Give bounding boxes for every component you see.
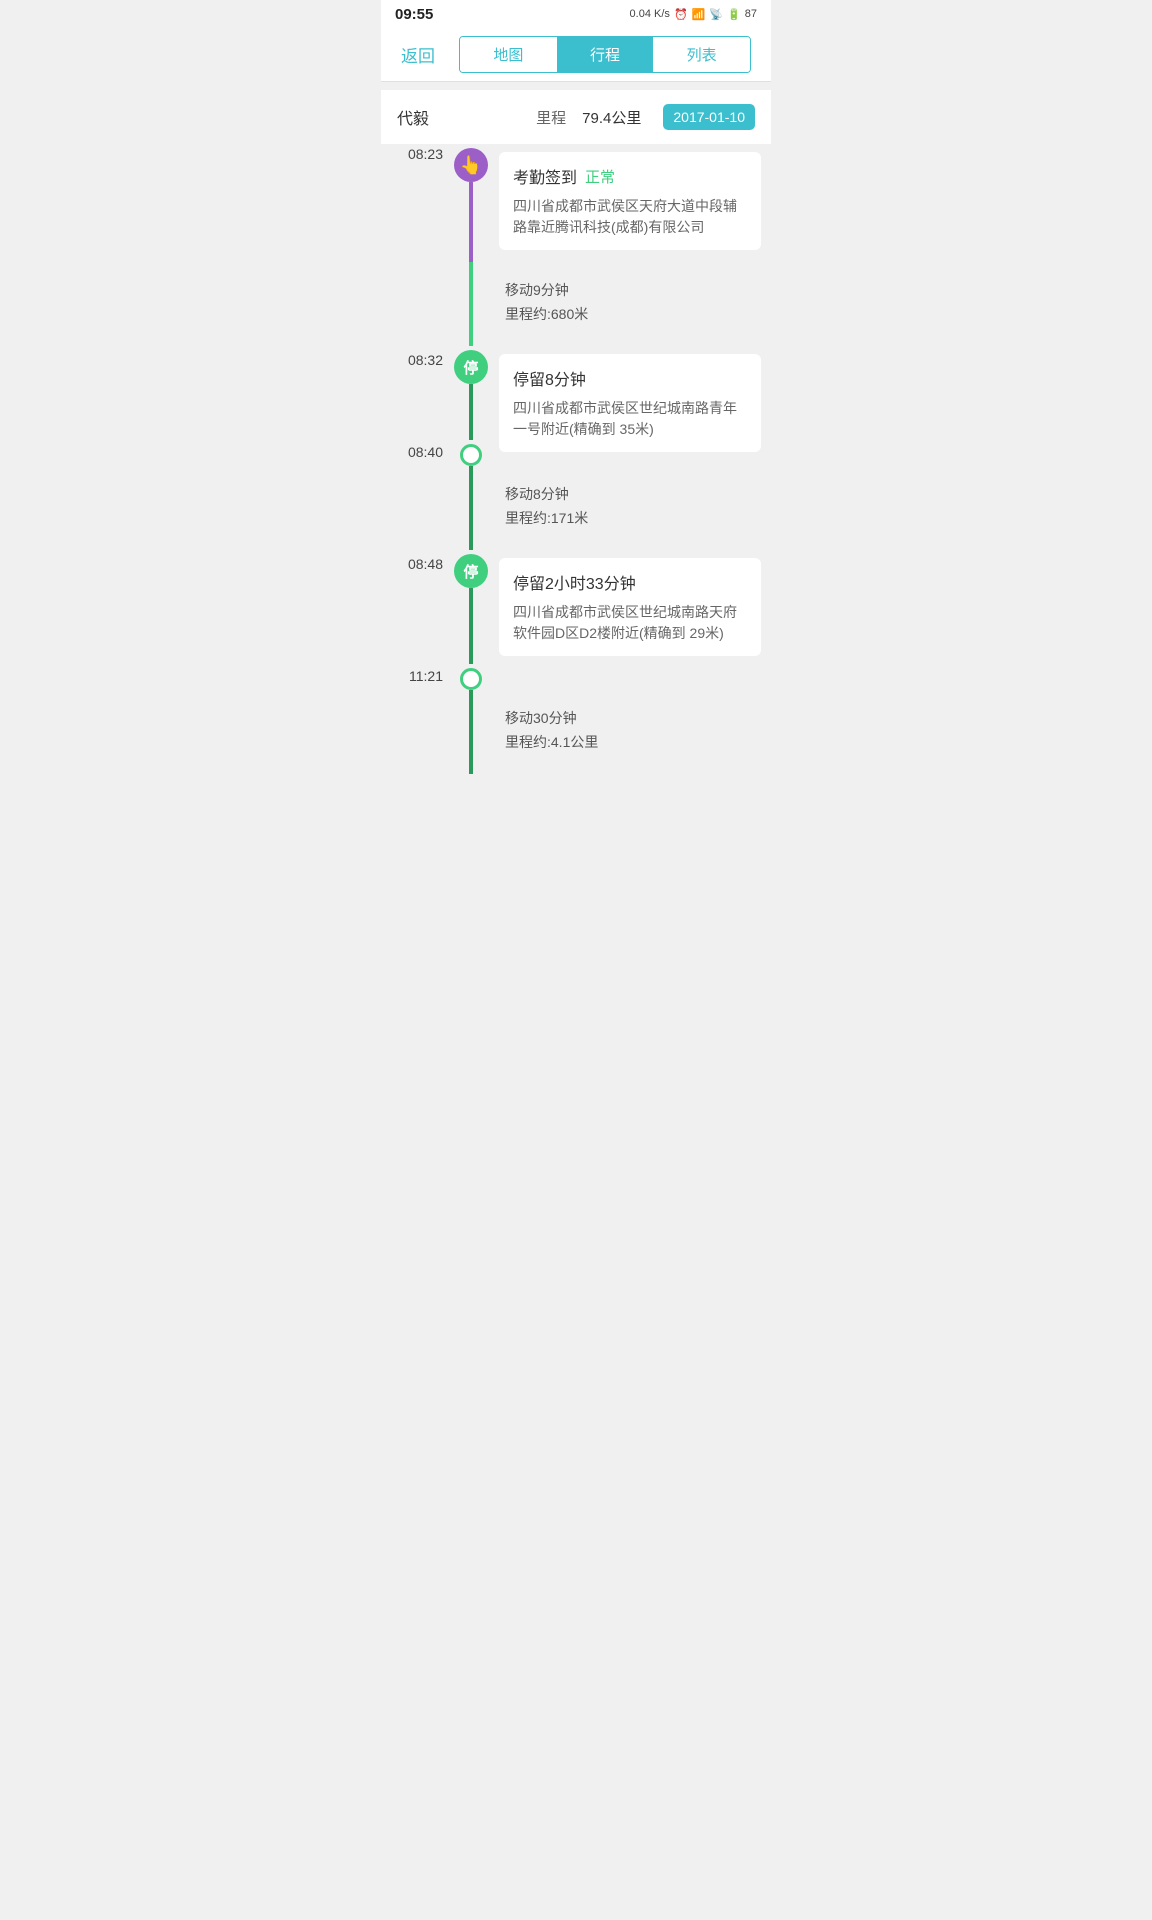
- move-distance-3: 里程约:4.1公里: [505, 732, 751, 752]
- line-move-3: [469, 690, 473, 774]
- checkin-dot: 👆: [454, 148, 488, 182]
- stop1-time-start: 08:32: [408, 350, 443, 368]
- checkin-title: 考勤签到 正常: [513, 164, 747, 188]
- timeline-move-3: 移动30分钟 里程约:4.1公里: [381, 690, 771, 774]
- tab-map[interactable]: 地图: [460, 37, 557, 72]
- move-info-2: 移动8分钟 里程约:171米: [499, 474, 761, 542]
- status-speed: 0.04 K/s: [630, 8, 670, 20]
- person-name: 代毅: [397, 105, 429, 129]
- timeline-move-2: 移动8分钟 里程约:171米: [381, 466, 771, 550]
- info-row: 代毅 里程 79.4公里 2017-01-10: [381, 90, 771, 144]
- move-distance-1: 里程约:680米: [505, 304, 751, 324]
- stop1-address: 四川省成都市武侯区世纪城南路青年一号附近(精确到 35米): [513, 398, 747, 440]
- line-move-1: [469, 262, 473, 346]
- stop2-dot-end: [460, 668, 482, 690]
- move-info-1: 移动9分钟 里程约:680米: [499, 270, 761, 338]
- stop2-title: 停留2小时33分钟: [513, 570, 747, 594]
- mileage-label: 里程: [536, 107, 566, 128]
- line-move-2: [469, 466, 473, 550]
- timeline-item-checkin: 08:23 👆 考勤签到 正常 四川省成都市武侯区天府大道中段辅路靠近腾讯科技(…: [381, 144, 771, 262]
- status-bar: 09:55 0.04 K/s ⏰ 📶 📡 🔋 87: [381, 0, 771, 28]
- stop1-time-end: 08:40: [408, 444, 443, 462]
- event-time-start: 08:23: [408, 144, 443, 162]
- stop2-address: 四川省成都市武侯区世纪城南路天府软件园D区D2楼附近(精确到 29米): [513, 602, 747, 644]
- mileage-value: 79.4公里: [582, 107, 641, 128]
- battery-icon: 🔋: [727, 8, 741, 21]
- move-info-3: 移动30分钟 里程约:4.1公里: [499, 698, 761, 766]
- battery-value: 87: [745, 8, 757, 20]
- stop1-card: 停留8分钟 四川省成都市武侯区世纪城南路青年一号附近(精确到 35米): [499, 354, 761, 452]
- checkin-status: 正常: [585, 166, 615, 187]
- move-duration-2: 移动8分钟: [505, 484, 751, 504]
- stop2-card: 停留2小时33分钟 四川省成都市武侯区世纪城南路天府软件园D区D2楼附近(精确到…: [499, 558, 761, 656]
- checkin-address: 四川省成都市武侯区天府大道中段辅路靠近腾讯科技(成都)有限公司: [513, 196, 747, 238]
- header: 返回 地图 行程 列表: [381, 28, 771, 82]
- tab-trip[interactable]: 行程: [557, 37, 654, 72]
- stop1-dot: 停: [454, 350, 488, 384]
- tab-group: 地图 行程 列表: [459, 36, 751, 73]
- timeline-stop-2: 08:48 11:21 停 停留2小时33分钟 四川省成都市武侯区世纪城南路天府…: [381, 550, 771, 690]
- stop2-dot: 停: [454, 554, 488, 588]
- clock-icon: ⏰: [674, 8, 688, 21]
- stop2-time-start: 08:48: [408, 554, 443, 572]
- date-badge: 2017-01-10: [663, 104, 755, 130]
- timeline: 08:23 👆 考勤签到 正常 四川省成都市武侯区天府大道中段辅路靠近腾讯科技(…: [381, 144, 771, 794]
- tab-list[interactable]: 列表: [653, 37, 750, 72]
- timeline-stop-1: 08:32 08:40 停 停留8分钟 四川省成都市武侯区世纪城南路青年一号附近…: [381, 346, 771, 466]
- timeline-move-1: 移动9分钟 里程约:680米: [381, 262, 771, 346]
- line-after-checkin: [469, 182, 473, 262]
- back-button[interactable]: 返回: [393, 38, 443, 71]
- status-right: 0.04 K/s ⏰ 📶 📡 🔋 87: [630, 8, 757, 21]
- status-time: 09:55: [395, 6, 433, 23]
- move-duration-1: 移动9分钟: [505, 280, 751, 300]
- checkin-card: 考勤签到 正常 四川省成都市武侯区天府大道中段辅路靠近腾讯科技(成都)有限公司: [499, 152, 761, 250]
- move-duration-3: 移动30分钟: [505, 708, 751, 728]
- stop1-dot-end: [460, 444, 482, 466]
- wifi-icon: 📶: [692, 8, 706, 21]
- line-stop2: [469, 588, 473, 664]
- signal-icon: 📡: [709, 8, 723, 21]
- move-distance-2: 里程约:171米: [505, 508, 751, 528]
- stop1-title: 停留8分钟: [513, 366, 747, 390]
- stop2-time-end: 11:21: [409, 668, 443, 686]
- line-stop1: [469, 384, 473, 440]
